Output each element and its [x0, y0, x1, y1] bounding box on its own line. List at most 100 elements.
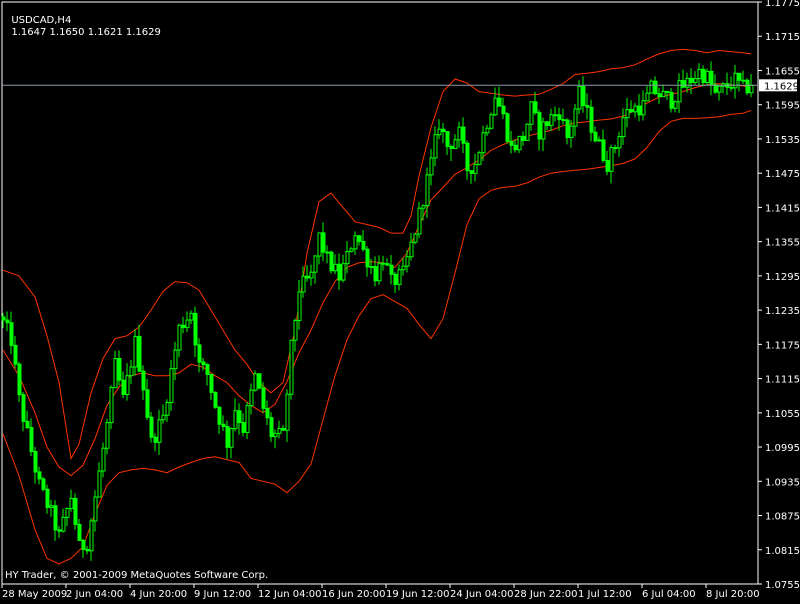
- candle-body: [309, 271, 314, 279]
- candle-body: [265, 407, 270, 419]
- x-tick-label: 28 May 2009: [2, 589, 67, 600]
- candle-body: [333, 263, 338, 272]
- chart-area: 1.1775 1.1715 1.1655 1.1595 1.1535 1.1475 1.14…: [0, 0, 800, 600]
- candle-body: [357, 235, 362, 242]
- candle-body: [413, 233, 418, 243]
- y-tick-label: 1.1655: [765, 66, 800, 77]
- candle-body: [737, 72, 742, 81]
- candle-body: [657, 93, 662, 98]
- candle-body: [201, 361, 206, 366]
- candle-body: [305, 275, 310, 279]
- y-tick-label: 1.0995: [765, 443, 800, 454]
- candle-body: [693, 78, 698, 84]
- candle-body: [93, 496, 98, 522]
- candle-body: [293, 319, 298, 341]
- candle-body: [137, 335, 142, 372]
- candle-body: [493, 97, 498, 116]
- candle-body: [597, 139, 602, 142]
- candle-body: [233, 410, 238, 430]
- y-tick-label: 1.0935: [765, 477, 800, 488]
- candle-body: [221, 423, 226, 428]
- candle-body: [337, 263, 342, 281]
- candle-body: [113, 358, 118, 389]
- chart-info: USDCAD,H4 1.1647 1.1650 1.1621 1.1629: [5, 3, 161, 39]
- candle-body: [285, 393, 290, 431]
- candle-body: [17, 363, 22, 396]
- candle-body: [389, 264, 394, 275]
- candle-body: [41, 478, 46, 490]
- candle-body: [517, 135, 522, 151]
- price-chart: 1.1775 1.1715 1.1655 1.1595 1.1535 1.1475 1.14…: [0, 0, 800, 600]
- y-tick-label: 1.1055: [765, 409, 800, 420]
- candle-body: [85, 548, 90, 552]
- candle-body: [697, 68, 702, 80]
- y-tick-label: 1.1775: [765, 0, 800, 9]
- candle-body: [177, 324, 182, 351]
- candle-body: [33, 451, 38, 473]
- candle-body: [561, 119, 566, 122]
- candle-body: [505, 113, 510, 142]
- candle-body: [565, 119, 570, 139]
- candle-body: [77, 523, 82, 541]
- candle-body: [377, 262, 382, 282]
- candle-body: [361, 240, 366, 250]
- candle-body: [653, 80, 658, 95]
- candle-body: [141, 370, 146, 391]
- candle-body: [273, 432, 278, 438]
- candle-body: [73, 497, 78, 525]
- candle-body: [745, 79, 750, 94]
- candle-body: [533, 101, 538, 114]
- candle-body: [253, 373, 258, 391]
- candle-body: [237, 410, 242, 424]
- candle-body: [13, 344, 18, 365]
- candle-body: [189, 312, 194, 321]
- candle-body: [69, 497, 74, 509]
- candle-body: [393, 273, 398, 285]
- x-tick-label: 16 Jun 20:00: [322, 589, 386, 600]
- candle-body: [89, 520, 94, 552]
- candle-body: [297, 291, 302, 321]
- candle-body: [341, 263, 346, 281]
- candle-body: [153, 436, 158, 443]
- candle-body: [589, 106, 594, 133]
- y-tick-label: 1.1535: [765, 135, 800, 146]
- candle-body: [645, 92, 650, 102]
- candle-body: [457, 126, 462, 141]
- candle-body: [749, 84, 754, 94]
- candle-body: [525, 123, 530, 141]
- candle-body: [601, 139, 606, 161]
- x-tick-label: 24 Jun 04:00: [450, 589, 514, 600]
- x-tick-label: 4 Jun 20:00: [130, 589, 187, 600]
- candle-body: [149, 416, 154, 438]
- candle-body: [649, 80, 654, 94]
- candle-body: [609, 147, 614, 172]
- candle-body: [169, 368, 174, 403]
- candle-body: [117, 358, 122, 381]
- candle-body: [669, 91, 674, 109]
- candle-body: [621, 117, 626, 138]
- candle-body: [125, 375, 130, 395]
- candle-body: [277, 427, 282, 434]
- candle-body: [709, 70, 714, 86]
- candle-body: [5, 319, 10, 324]
- candle-body: [513, 144, 518, 151]
- y-tick-label: 1.0875: [765, 512, 800, 523]
- candle-body: [109, 387, 114, 424]
- candle-body: [429, 157, 434, 176]
- y-tick-label: 1.1295: [765, 272, 800, 283]
- bid-price-label: 1.1629: [764, 81, 799, 92]
- candle-body: [349, 248, 354, 252]
- candle-body: [713, 84, 718, 93]
- y-tick-label: 1.0815: [765, 546, 800, 557]
- candle-body: [65, 507, 70, 518]
- candle-body: [617, 136, 622, 149]
- candle-body: [21, 394, 26, 422]
- candle-body: [481, 132, 486, 154]
- candle-body: [101, 447, 106, 472]
- candle-body: [549, 114, 554, 126]
- candle-body: [613, 147, 618, 150]
- y-tick-label: 1.1115: [765, 375, 800, 386]
- candle-body: [261, 387, 266, 409]
- x-tick-label: 28 Jun 22:00: [514, 589, 578, 600]
- candle-body: [593, 131, 598, 142]
